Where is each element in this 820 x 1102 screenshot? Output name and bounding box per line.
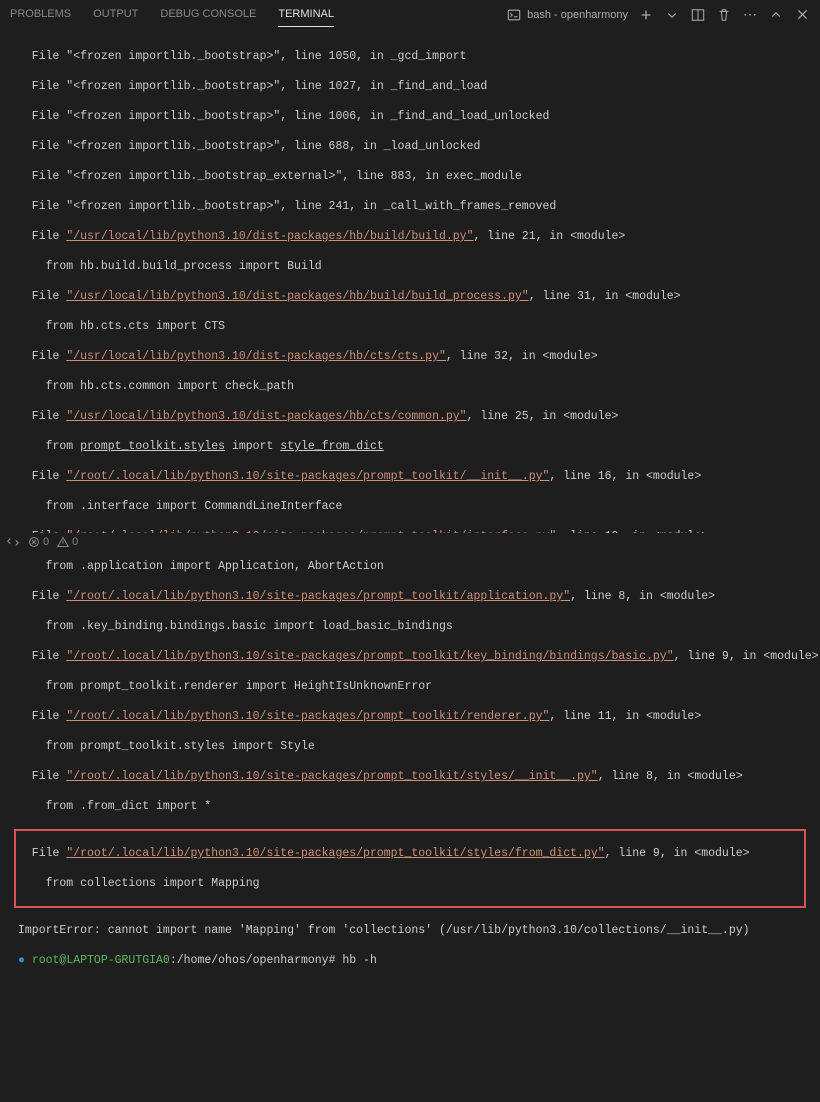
traceback-line: File "<frozen importlib._bootstrap>", li… <box>18 199 802 214</box>
traceback-line: File "/root/.local/lib/python3.10/site-p… <box>18 709 802 724</box>
traceback-line: from .interface import CommandLineInterf… <box>18 499 802 514</box>
panel-tabbar: PROBLEMS OUTPUT DEBUG CONSOLE TERMINAL b… <box>0 0 820 30</box>
traceback-line: File "/usr/local/lib/python3.10/dist-pac… <box>18 349 802 364</box>
traceback-line: from prompt_toolkit.styles import style_… <box>18 439 802 454</box>
prompt-line: ● root@LAPTOP-GRUTGIA0:/home/ohos/openha… <box>18 953 802 968</box>
split-terminal-icon[interactable] <box>690 7 706 23</box>
shell-label-text: bash - openharmony <box>527 9 628 21</box>
annotation-arrow <box>0 985 820 1102</box>
warning-count: 0 <box>72 536 78 548</box>
traceback-line: File "<frozen importlib._bootstrap>", li… <box>18 79 802 94</box>
remote-icon[interactable] <box>6 535 20 549</box>
maximize-panel-icon[interactable] <box>768 7 784 23</box>
annotation-highlight-box: File "/root/.local/lib/python3.10/site-p… <box>14 829 806 908</box>
traceback-line: File "/root/.local/lib/python3.10/site-p… <box>18 469 802 484</box>
status-problems[interactable]: 0 <box>28 536 49 548</box>
traceback-line: from hb.build.build_process import Build <box>18 259 802 274</box>
tab-terminal[interactable]: TERMINAL <box>278 2 334 27</box>
traceback-line: from prompt_toolkit.renderer import Heig… <box>18 679 802 694</box>
traceback-line: from prompt_toolkit.styles import Style <box>18 739 802 754</box>
traceback-line: File "/usr/local/lib/python3.10/dist-pac… <box>18 409 802 424</box>
panel-tabs: PROBLEMS OUTPUT DEBUG CONSOLE TERMINAL <box>10 2 334 27</box>
traceback-line: File "/root/.local/lib/python3.10/site-p… <box>18 589 802 604</box>
status-bar: 0 0 <box>0 533 820 551</box>
traceback-line: from collections import Mapping <box>18 876 802 891</box>
traceback-line: File "<frozen importlib._bootstrap>", li… <box>18 109 802 124</box>
traceback-line: File "<frozen importlib._bootstrap>", li… <box>18 139 802 154</box>
traceback-line: from hb.cts.common import check_path <box>18 379 802 394</box>
terminal-toolbar: bash - openharmony ⋯ <box>506 7 810 23</box>
chevron-down-icon[interactable] <box>664 7 680 23</box>
traceback-line: from .key_binding.bindings.basic import … <box>18 619 802 634</box>
terminal-output[interactable]: File "<frozen importlib._bootstrap>", li… <box>0 30 820 985</box>
trash-icon[interactable] <box>716 7 732 23</box>
traceback-line: File "<frozen importlib._bootstrap>", li… <box>18 49 802 64</box>
overflow-icon[interactable]: ⋯ <box>742 7 758 23</box>
error-line: ImportError: cannot import name 'Mapping… <box>18 923 802 938</box>
shell-selector[interactable]: bash - openharmony <box>506 7 628 23</box>
error-count: 0 <box>43 536 49 548</box>
tab-problems[interactable]: PROBLEMS <box>10 2 71 27</box>
traceback-line: File "/usr/local/lib/python3.10/dist-pac… <box>18 289 802 304</box>
close-panel-icon[interactable] <box>794 7 810 23</box>
new-terminal-icon[interactable] <box>638 7 654 23</box>
status-warnings[interactable]: 0 <box>57 536 78 548</box>
traceback-line: File "/usr/local/lib/python3.10/dist-pac… <box>18 229 802 244</box>
terminal-icon <box>506 7 522 23</box>
traceback-line: from .from_dict import * <box>18 799 802 814</box>
traceback-line: from .application import Application, Ab… <box>18 559 802 574</box>
traceback-line: File "/root/.local/lib/python3.10/site-p… <box>18 769 802 784</box>
traceback-line: from hb.cts.cts import CTS <box>18 319 802 334</box>
traceback-line: File "/root/.local/lib/python3.10/site-p… <box>18 649 802 664</box>
traceback-line: File "<frozen importlib._bootstrap_exter… <box>18 169 802 184</box>
tab-debug-console[interactable]: DEBUG CONSOLE <box>160 2 256 27</box>
traceback-line: File "/root/.local/lib/python3.10/site-p… <box>18 846 802 861</box>
tab-output[interactable]: OUTPUT <box>93 2 138 27</box>
